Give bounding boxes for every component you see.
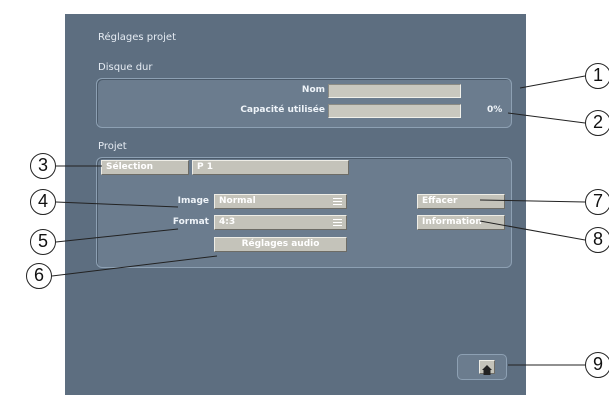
callout-3: 3 bbox=[30, 153, 56, 179]
callout-5: 5 bbox=[30, 229, 56, 255]
callout-6: 6 bbox=[26, 263, 52, 289]
callout-leader-lines bbox=[51, 75, 586, 366]
callout-9: 9 bbox=[585, 352, 609, 378]
callout-7: 7 bbox=[585, 189, 609, 215]
callout-2: 2 bbox=[585, 110, 609, 136]
callout-4: 4 bbox=[30, 189, 56, 215]
callout-1: 1 bbox=[585, 63, 609, 89]
callout-8: 8 bbox=[585, 227, 609, 253]
